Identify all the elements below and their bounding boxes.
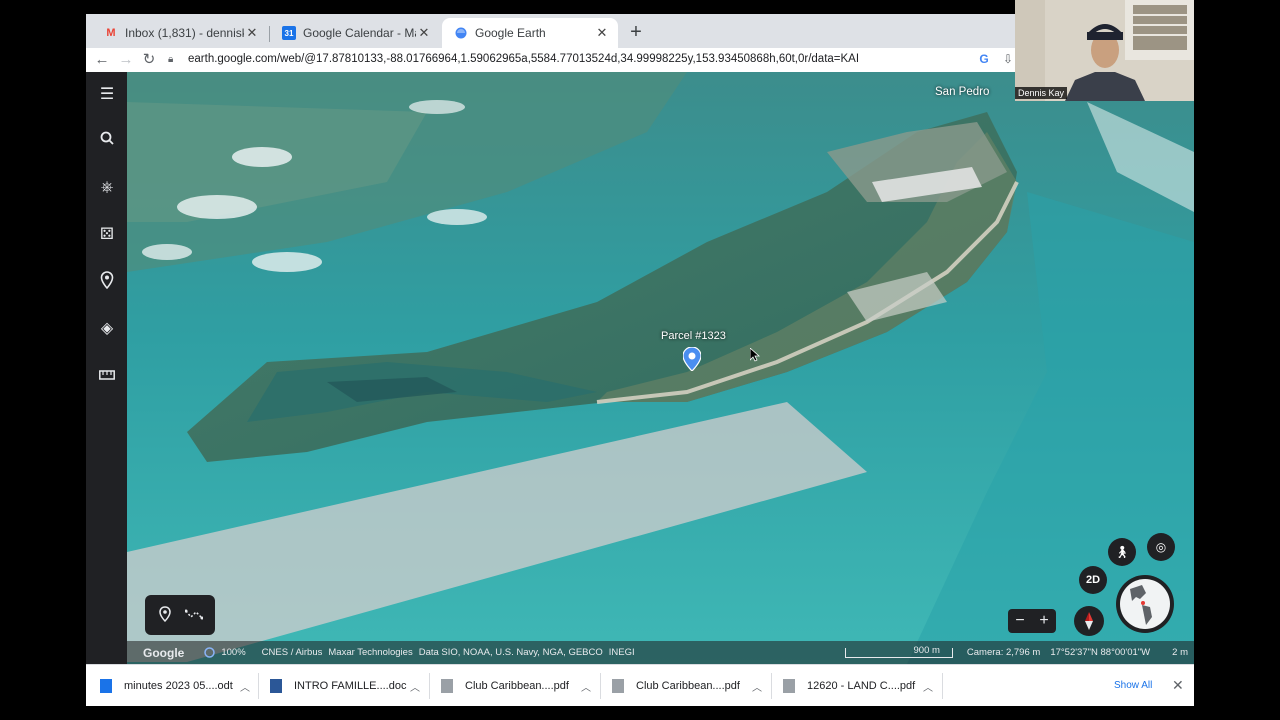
search-icon[interactable] (96, 130, 118, 152)
file-doc-icon (270, 679, 282, 693)
download-name: INTRO FAMILLE....doc (294, 680, 407, 692)
camera-altitude: Camera: 2,796 m (966, 647, 1041, 658)
elevation: 2 m (1172, 647, 1188, 658)
satellite-imagery (127, 72, 1194, 664)
street-view-pegman-icon[interactable]: 🚶︎ (1108, 538, 1136, 566)
file-pdf-icon (612, 679, 624, 693)
chevron-up-icon[interactable]: ︿ (410, 679, 420, 694)
download-item[interactable]: Club Caribbean....pdf ︿ (612, 665, 772, 706)
tab-google-earth[interactable]: Google Earth ✕ (442, 18, 618, 48)
participant-name: Dennis Kay (1015, 87, 1068, 99)
close-icon[interactable]: ✕ (244, 25, 260, 41)
drawing-toolbox (145, 595, 215, 635)
attribution-bar: Google 100% CNES / Airbus Maxar Technolo… (127, 641, 1194, 664)
feeling-lucky-icon[interactable]: ⚄ (96, 224, 118, 246)
draw-path-icon[interactable] (184, 607, 203, 624)
earth-viewport: San Pedro Parcel #1323 🚶︎ ◎ 2D − + ☰ ⎈ ⚄… (86, 72, 1194, 664)
globe-minimap[interactable] (1116, 575, 1174, 633)
measure-ruler-icon[interactable] (96, 365, 118, 387)
back-button[interactable]: ← (92, 50, 112, 70)
google-extension-icon[interactable]: G (976, 51, 992, 67)
video-call-thumbnail[interactable]: Dennis Kay (1015, 0, 1194, 101)
download-name: Club Caribbean....pdf (465, 680, 569, 692)
tab-title: Google Earth (475, 26, 546, 40)
download-item[interactable]: 12620 - LAND C....pdf ︿ (783, 665, 943, 706)
place-label-san-pedro[interactable]: San Pedro (935, 86, 989, 98)
divider (600, 673, 601, 699)
compass-icon[interactable] (1074, 606, 1104, 636)
satellite-map[interactable]: San Pedro Parcel #1323 🚶︎ ◎ 2D − + (127, 72, 1194, 664)
loading-indicator-icon (204, 647, 216, 658)
close-icon[interactable]: ✕ (416, 25, 432, 41)
download-item[interactable]: Club Caribbean....pdf ︿ (441, 665, 601, 706)
zoom-out-button[interactable]: − (1015, 612, 1024, 630)
load-percent: 100% (221, 647, 246, 658)
attribution-source[interactable]: Data SIO, NOAA, U.S. Navy, NGA, GEBCO (419, 647, 603, 658)
my-location-icon[interactable]: ◎ (1147, 533, 1175, 561)
attribution-source[interactable]: CNES / Airbus (262, 647, 323, 658)
file-odt-icon (100, 679, 112, 693)
chevron-up-icon[interactable]: ︿ (240, 679, 250, 694)
chevron-up-icon[interactable]: ︿ (752, 679, 762, 694)
mouse-cursor-icon (749, 347, 761, 367)
tab-title: Google Calendar - May 2023 (303, 26, 416, 40)
toggle-2d-button[interactable]: 2D (1079, 566, 1107, 594)
globe-icon (1120, 579, 1170, 629)
parcel-label[interactable]: Parcel #1323 (661, 330, 726, 342)
download-name: minutes 2023 05....odt (124, 680, 233, 692)
add-placemark-icon[interactable] (158, 605, 172, 625)
calendar-icon: 31 (282, 26, 296, 40)
browser-window: M Inbox (1,831) - denniskayii@gm ✕ 31 Go… (86, 14, 1194, 706)
show-all-button[interactable]: Show All (1106, 675, 1160, 696)
map-style-layers-icon[interactable]: ◈ (96, 318, 118, 340)
reload-button[interactable]: ↻ (139, 50, 159, 70)
attribution-source[interactable]: INEGI (609, 647, 635, 658)
zoom-controls: − + (1008, 609, 1056, 633)
gmail-icon: M (106, 27, 116, 39)
new-tab-button[interactable]: + (624, 20, 648, 44)
menu-icon[interactable]: ☰ (96, 84, 118, 106)
tab-calendar[interactable]: 31 Google Calendar - May 2023 ✕ (270, 18, 440, 48)
projects-icon[interactable] (96, 271, 118, 293)
tab-title: Inbox (1,831) - denniskayii@gm (125, 26, 244, 40)
attribution-source[interactable]: Maxar Technologies (328, 647, 412, 658)
google-logo: Google (143, 645, 185, 660)
lock-icon: 🔒︎ (168, 53, 174, 65)
scale-label: 900 m (913, 644, 940, 656)
download-name: 12620 - LAND C....pdf (807, 680, 916, 692)
forward-button[interactable]: → (116, 50, 136, 70)
voyager-icon[interactable]: ⎈ (96, 177, 118, 199)
divider (942, 673, 943, 699)
scale-bar: 900 m (844, 644, 953, 658)
earth-icon (454, 26, 468, 40)
location-pin-icon[interactable] (682, 346, 702, 376)
close-icon[interactable]: ✕ (1172, 677, 1184, 694)
download-item[interactable]: minutes 2023 05....odt ︿ (100, 665, 260, 706)
close-icon[interactable]: ✕ (594, 25, 610, 41)
coordinates: 17°52'37"N 88°00'01"W (1050, 647, 1151, 658)
url-text: earth.google.com/web/@17.87810133,-88.01… (188, 53, 860, 65)
chevron-up-icon[interactable]: ︿ (581, 679, 591, 694)
participant-video (1015, 0, 1194, 101)
install-icon[interactable]: ⇩ (1000, 51, 1016, 67)
tab-gmail[interactable]: M Inbox (1,831) - denniskayii@gm ✕ (92, 18, 268, 48)
chevron-up-icon[interactable]: ︿ (923, 679, 933, 694)
divider (771, 673, 772, 699)
downloads-bar: minutes 2023 05....odt ︿ INTRO FAMILLE..… (86, 664, 1194, 706)
file-pdf-icon (783, 679, 795, 693)
divider (429, 673, 430, 699)
file-pdf-icon (441, 679, 453, 693)
address-bar[interactable]: 🔒︎ earth.google.com/web/@17.87810133,-88… (168, 48, 1008, 70)
download-name: Club Caribbean....pdf (636, 680, 740, 692)
divider (258, 673, 259, 699)
download-item[interactable]: INTRO FAMILLE....doc ︿ (270, 665, 430, 706)
zoom-in-button[interactable]: + (1039, 612, 1048, 630)
earth-sidebar: ☰ ⎈ ⚄ ◈ (86, 72, 127, 664)
